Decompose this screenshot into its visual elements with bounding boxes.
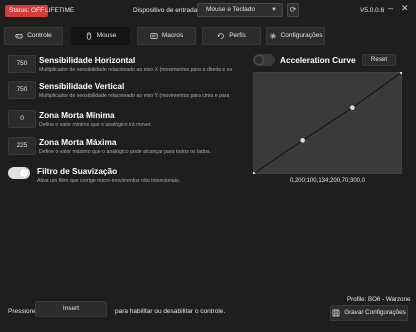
setting-title: Zona Morta Mínima [39,110,115,120]
tab-label: Macros [161,32,184,39]
footer: Pressione Insert para habilitar ou desab… [0,296,416,332]
setting-deadzone-max: 225 Zona Morta Máxima Define o valor máx… [8,137,248,157]
version-label: V5.0.0.6 [360,7,385,14]
save-label: Gravar Configurações [344,309,406,316]
setting-title: Filtro de Suavização [37,166,118,176]
tab-controle[interactable]: Controle [4,27,63,45]
save-settings-button[interactable]: Gravar Configurações [330,305,408,321]
press-label: Pressione [8,308,37,315]
toggle-knob [254,55,264,65]
setting-description: Multiplicador de sensibilidade relaciona… [39,93,230,99]
input-device-select[interactable]: Mouse e Teclado ▼ [197,3,283,17]
tab-label: Mouse [96,32,117,39]
input-device-label: Dispositivo de entrada: [133,7,200,14]
setting-smoothing-filter: Filtro de Suavização Ativa um filtro que… [8,166,248,186]
tab-label: Controle [27,32,52,39]
setting-vertical-sensitivity: 750 Sensibilidade Vertical Multiplicador… [8,81,248,101]
curve-control-point[interactable] [350,105,355,110]
tab-label: Perfis [229,32,246,39]
setting-title: Sensibilidade Horizontal [39,55,136,65]
top-bar: Status: OFF LIFETIME Dispositivo de entr… [0,0,416,22]
tab-mouse[interactable]: Mouse [71,27,130,45]
save-icon [332,309,340,317]
refresh-icon: ⟳ [289,5,297,14]
tab-macros[interactable]: Macros [137,27,196,45]
mouse-icon [86,32,91,40]
gamepad-icon [15,34,23,39]
macro-icon [150,33,158,39]
chevron-down-icon: ▼ [271,7,277,13]
close-button[interactable]: ✕ [401,3,409,14]
tab-perfis[interactable]: Perfis [202,27,261,45]
setting-description: Ativa um filtro que corrige micro-movime… [37,178,181,184]
setting-description: Define o valor máximo que o analógico po… [39,149,211,155]
hotkey-hint: para habilitar ou desabilitar o controle… [115,308,226,315]
main-tabs: Controle Mouse Macros Perfis Configuraçõ… [4,27,416,45]
acceleration-toggle[interactable] [253,54,275,66]
minimize-button[interactable]: – [388,3,393,13]
license-label: LIFETIME [45,7,75,14]
smoothing-toggle[interactable] [8,167,30,179]
setting-title: Sensibilidade Vertical [39,81,125,91]
setting-deadzone-min: 0 Zona Morta Mínima Define o valor mínim… [8,110,248,130]
profiles-icon [217,33,224,39]
acceleration-curve-title: Acceleration Curve [280,55,356,65]
setting-description: Multiplicador de sensibilidade relaciona… [39,67,233,73]
horizontal-sensitivity-input[interactable]: 750 [8,55,36,73]
toggle-knob [19,168,29,178]
setting-description: Define o valor mínimo que o analógico ir… [39,122,152,128]
setting-title: Zona Morta Máxima [39,137,117,147]
input-device-value: Mouse e Teclado [206,6,256,13]
status-badge: Status: OFF [5,5,49,17]
deadzone-min-input[interactable]: 0 [8,110,36,128]
deadzone-max-input[interactable]: 225 [8,137,36,155]
curve-control-point[interactable] [300,138,305,143]
gear-icon [269,33,276,39]
tab-label: Configurações [280,32,323,39]
hotkey-button[interactable]: Insert [35,301,107,317]
active-profile-label: Profile: BO6 - Warzone [347,296,411,303]
curve-values-text: 0,200;100,134;200,70;300,0 [289,178,366,184]
setting-horizontal-sensitivity: 750 Sensibilidade Horizontal Multiplicad… [8,55,248,75]
vertical-sensitivity-input[interactable]: 750 [8,81,36,99]
refresh-devices-button[interactable]: ⟳ [287,3,299,17]
tab-configuracoes[interactable]: Configurações [266,27,325,45]
reset-curve-button[interactable]: Reset [362,54,396,66]
acceleration-curve-editor[interactable] [253,72,402,174]
